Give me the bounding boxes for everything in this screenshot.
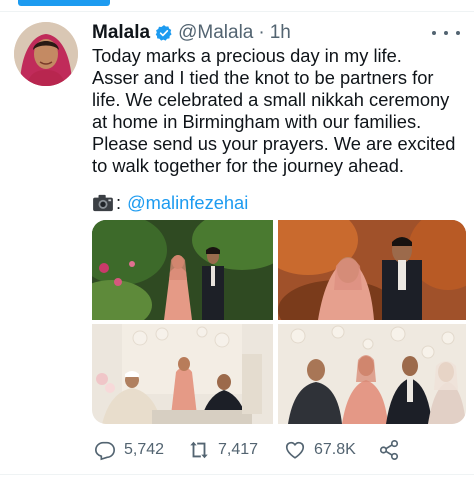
photo-couple-autumn[interactable] [278,220,466,320]
share-icon [379,440,399,460]
tweet-text-line: at home in Birmingham with our families. [92,111,422,132]
reply-button[interactable]: 5,742 [94,436,164,464]
reply-count: 5,742 [124,441,165,458]
tweet-text-line: Please send us your prayers. We are exci… [92,133,456,154]
photo-credit: : @malinfezehai [92,192,248,214]
tweet-text-line: Today marks a precious day in my life. [92,45,402,66]
tweet-text-line: life. We celebrated a small nikkah cerem… [92,89,450,110]
mention-link[interactable]: @malinfezehai [127,192,248,214]
tweet-text: Today marks a precious day in my life. A… [92,45,464,177]
reply-icon [95,441,115,461]
tweet-header: Malala @Malala · 1h [92,22,434,44]
photo-credit-colon: : [116,192,122,213]
avatar[interactable] [14,22,78,86]
timestamp[interactable]: 1h [270,22,291,44]
media-grid [92,220,466,424]
tweet-text-line: to walk together for the journey ahead. [92,155,404,176]
camera-icon [93,194,113,212]
retweet-button[interactable]: 7,417 [188,436,258,464]
active-tab-indicator [18,0,110,6]
photo-couple-garden[interactable] [92,220,273,320]
divider [0,474,474,475]
more-icon[interactable] [432,26,460,40]
author-name[interactable]: Malala [92,22,150,44]
like-button[interactable]: 67.8K [284,436,356,464]
photo-nikkah-signing[interactable] [92,324,273,424]
like-count: 67.8K [314,441,356,458]
tweet-actions: 5,742 7,417 67.8K [92,436,462,464]
author-handle[interactable]: @Malala [178,22,253,44]
tweet-text-line: Asser and I tied the knot to be partners… [92,67,434,88]
divider [0,11,474,12]
verified-badge-icon [155,25,172,41]
avatar-image [14,22,78,86]
separator-dot: · [258,22,265,43]
like-icon [285,441,305,459]
retweet-count: 7,417 [218,441,259,458]
photo-family-group[interactable] [278,324,466,424]
share-button[interactable] [378,436,408,464]
retweet-icon [190,441,208,459]
